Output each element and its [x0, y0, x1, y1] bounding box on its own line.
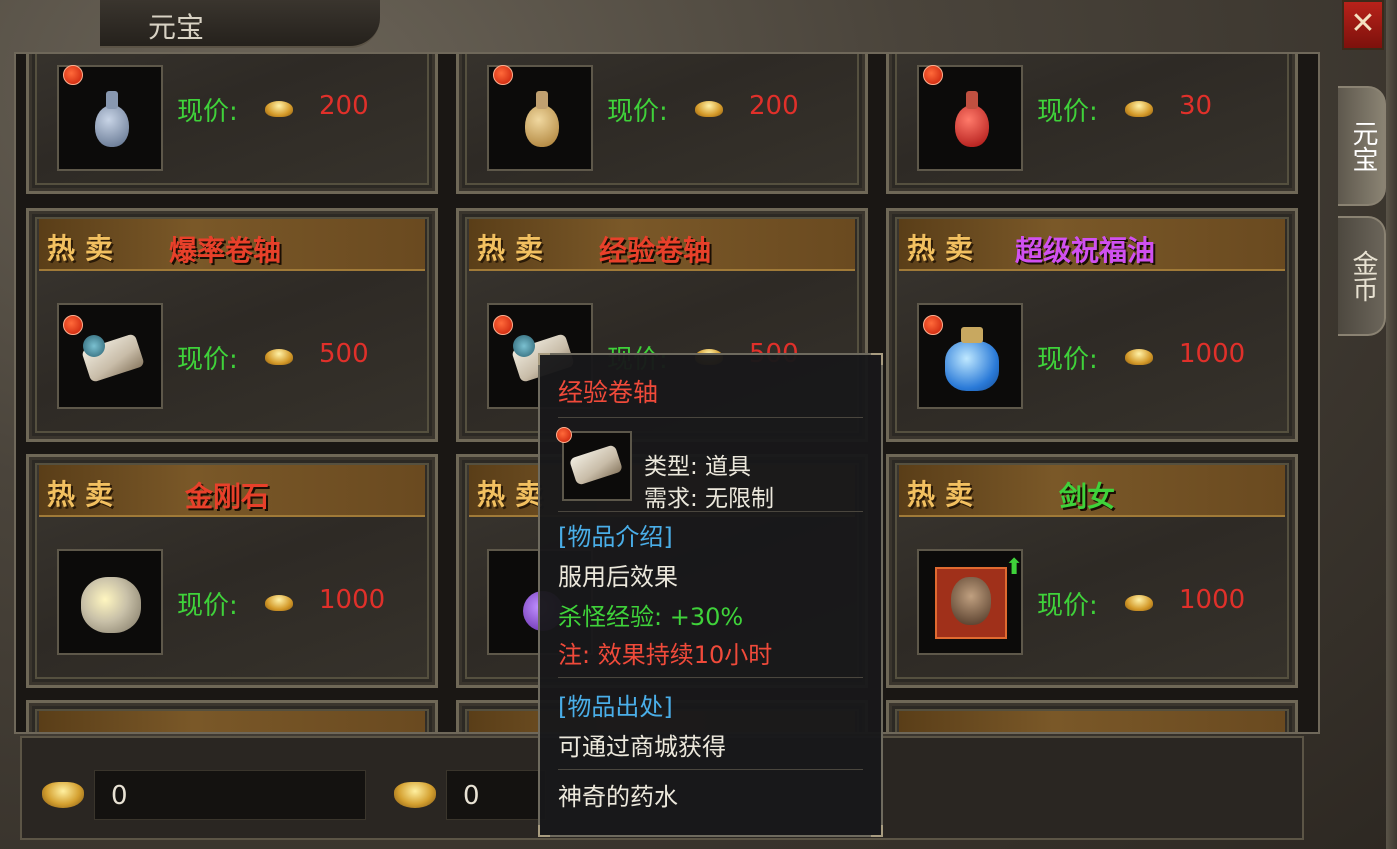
- item-name: 金刚石: [185, 480, 270, 513]
- price-value: 1000: [1179, 585, 1246, 615]
- new-badge: [493, 65, 513, 85]
- gold-balance: 0: [446, 770, 546, 820]
- hot-banner: 热卖 爆率卷轴: [39, 219, 425, 271]
- yuanbao-icon: [695, 101, 723, 117]
- potion-icon: [525, 105, 559, 147]
- yuanbao-icon: [265, 595, 293, 611]
- item-card[interactable]: 热卖 剑女 ⬆ 现价: 1000: [886, 454, 1298, 688]
- price-label: 现价:: [177, 345, 238, 375]
- yuanbao-icon: [42, 782, 84, 808]
- item-name: 剑女: [1059, 480, 1116, 513]
- item-card[interactable]: 现价: 200: [456, 54, 868, 194]
- new-badge: [63, 315, 83, 335]
- item-name: 爆率卷轴: [169, 234, 282, 267]
- item-card[interactable]: [886, 700, 1298, 732]
- tooltip-note: 注: 效果持续10小时: [558, 641, 773, 669]
- new-badge: [923, 315, 943, 335]
- yuanbao-icon: [265, 349, 293, 365]
- close-button[interactable]: ✕: [1342, 0, 1384, 50]
- item-card[interactable]: 热卖 金刚石 现价: 1000: [26, 454, 438, 688]
- hot-label: 热卖: [907, 478, 984, 511]
- price-value: 200: [319, 91, 369, 121]
- item-tooltip: 经验卷轴 类型: 道具 需求: 无限制 [物品介绍] 服用后效果 杀怪经验: +…: [538, 353, 883, 837]
- tab-gold[interactable]: 金币: [1338, 216, 1386, 336]
- new-badge: [923, 65, 943, 85]
- tooltip-source-header: [物品出处]: [558, 693, 673, 721]
- hot-label: 热卖: [477, 232, 554, 265]
- item-name: 经验卷轴: [599, 234, 712, 267]
- hot-label: 热卖: [907, 232, 984, 265]
- scroll-icon: [568, 444, 624, 486]
- diamond-ore-icon: [81, 577, 141, 633]
- sword-maiden-portrait-icon: [935, 567, 1007, 639]
- title-tab: [100, 0, 380, 48]
- yuanbao-balance: 0: [94, 770, 366, 820]
- price-value: 200: [749, 91, 799, 121]
- tooltip-intro-header: [物品介绍]: [558, 523, 673, 551]
- potion-icon: [95, 105, 129, 147]
- new-badge: [493, 315, 513, 335]
- price-label: 现价:: [1037, 591, 1098, 621]
- hot-label: 热卖: [47, 478, 124, 511]
- tooltip-title: 经验卷轴: [558, 378, 659, 407]
- price-label: 现价:: [177, 97, 238, 127]
- yuanbao-icon: [265, 101, 293, 117]
- price-label: 现价:: [177, 591, 238, 621]
- price-label: 现价:: [1037, 97, 1098, 127]
- price-value: 500: [319, 339, 369, 369]
- tooltip-source-line: 可通过商城获得: [558, 733, 726, 761]
- price-value: 1000: [319, 585, 386, 615]
- potion-icon: [955, 105, 989, 147]
- item-card[interactable]: 现价: 200: [26, 54, 438, 194]
- yuanbao-icon: [1125, 349, 1153, 365]
- hot-banner: 热卖 经验卷轴: [469, 219, 855, 271]
- hot-label: 热卖: [47, 232, 124, 265]
- yuanbao-icon: [1125, 101, 1153, 117]
- item-name: 超级祝福油: [1015, 234, 1156, 267]
- hot-banner: 热卖 剑女: [899, 465, 1285, 517]
- price-value: 30: [1179, 91, 1213, 121]
- hot-banner: [899, 711, 1285, 732]
- tab-yuanbao[interactable]: 元宝: [1338, 86, 1386, 206]
- new-badge: [63, 65, 83, 85]
- item-slot[interactable]: ⬆: [917, 549, 1023, 655]
- tooltip-type: 类型: 道具: [644, 454, 752, 480]
- price-value: 1000: [1179, 339, 1246, 369]
- item-card[interactable]: [26, 700, 438, 732]
- yuanbao-icon: [1125, 595, 1153, 611]
- tooltip-item-slot: [562, 431, 632, 501]
- item-card[interactable]: 热卖 超级祝福油 现价: 1000: [886, 208, 1298, 442]
- new-badge: [556, 427, 572, 443]
- price-label: 现价:: [1037, 345, 1098, 375]
- item-card[interactable]: 现价: 30: [886, 54, 1298, 194]
- tooltip-intro-line: 服用后效果: [558, 563, 678, 591]
- item-slot[interactable]: [57, 549, 163, 655]
- hot-banner: [39, 711, 425, 732]
- upgrade-arrow-icon: ⬆: [1005, 555, 1024, 580]
- hot-banner: 热卖 超级祝福油: [899, 219, 1285, 271]
- gold-icon: [394, 782, 436, 808]
- blessing-oil-icon: [945, 341, 999, 391]
- hot-banner: 热卖 金刚石: [39, 465, 425, 517]
- price-label: 现价:: [607, 97, 668, 127]
- item-card[interactable]: 热卖 爆率卷轴 现价: 500: [26, 208, 438, 442]
- window-title: 元宝: [148, 11, 205, 44]
- tooltip-description: 神奇的药水: [558, 783, 678, 811]
- frame-right-edge: [1386, 0, 1397, 849]
- tooltip-requirement: 需求: 无限制: [644, 486, 775, 512]
- tooltip-effect: 杀怪经验: +30%: [558, 603, 744, 631]
